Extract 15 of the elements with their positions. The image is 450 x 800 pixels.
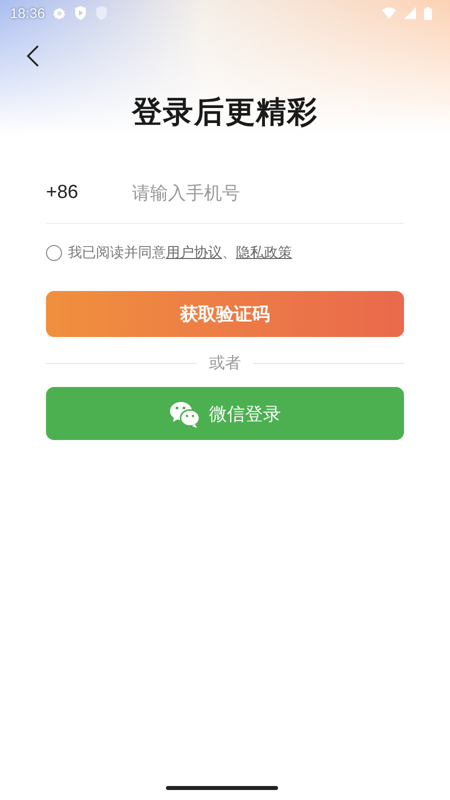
page-title: 登录后更精彩 [130, 95, 319, 131]
battery-icon [424, 6, 432, 20]
chat-bubbles-icon [169, 400, 201, 428]
phone-input-field[interactable]: 请输入手机号 [132, 173, 404, 213]
shield-icon [95, 6, 108, 20]
country-code[interactable]: +86 [46, 182, 132, 204]
agreement-checkbox[interactable] [46, 245, 62, 261]
agreement-text: 我已阅读并同意用户协议、隐私政策 [68, 244, 292, 262]
agreement-link[interactable]: 用户协议 [166, 244, 222, 260]
shield-icon [74, 6, 88, 20]
wifi-icon [382, 7, 396, 19]
or-label: 或者 [208, 354, 242, 374]
signal-icon [404, 7, 416, 19]
agreement-link[interactable]: 隐私政策 [236, 244, 292, 260]
clock-time: 18:36 [10, 5, 46, 21]
